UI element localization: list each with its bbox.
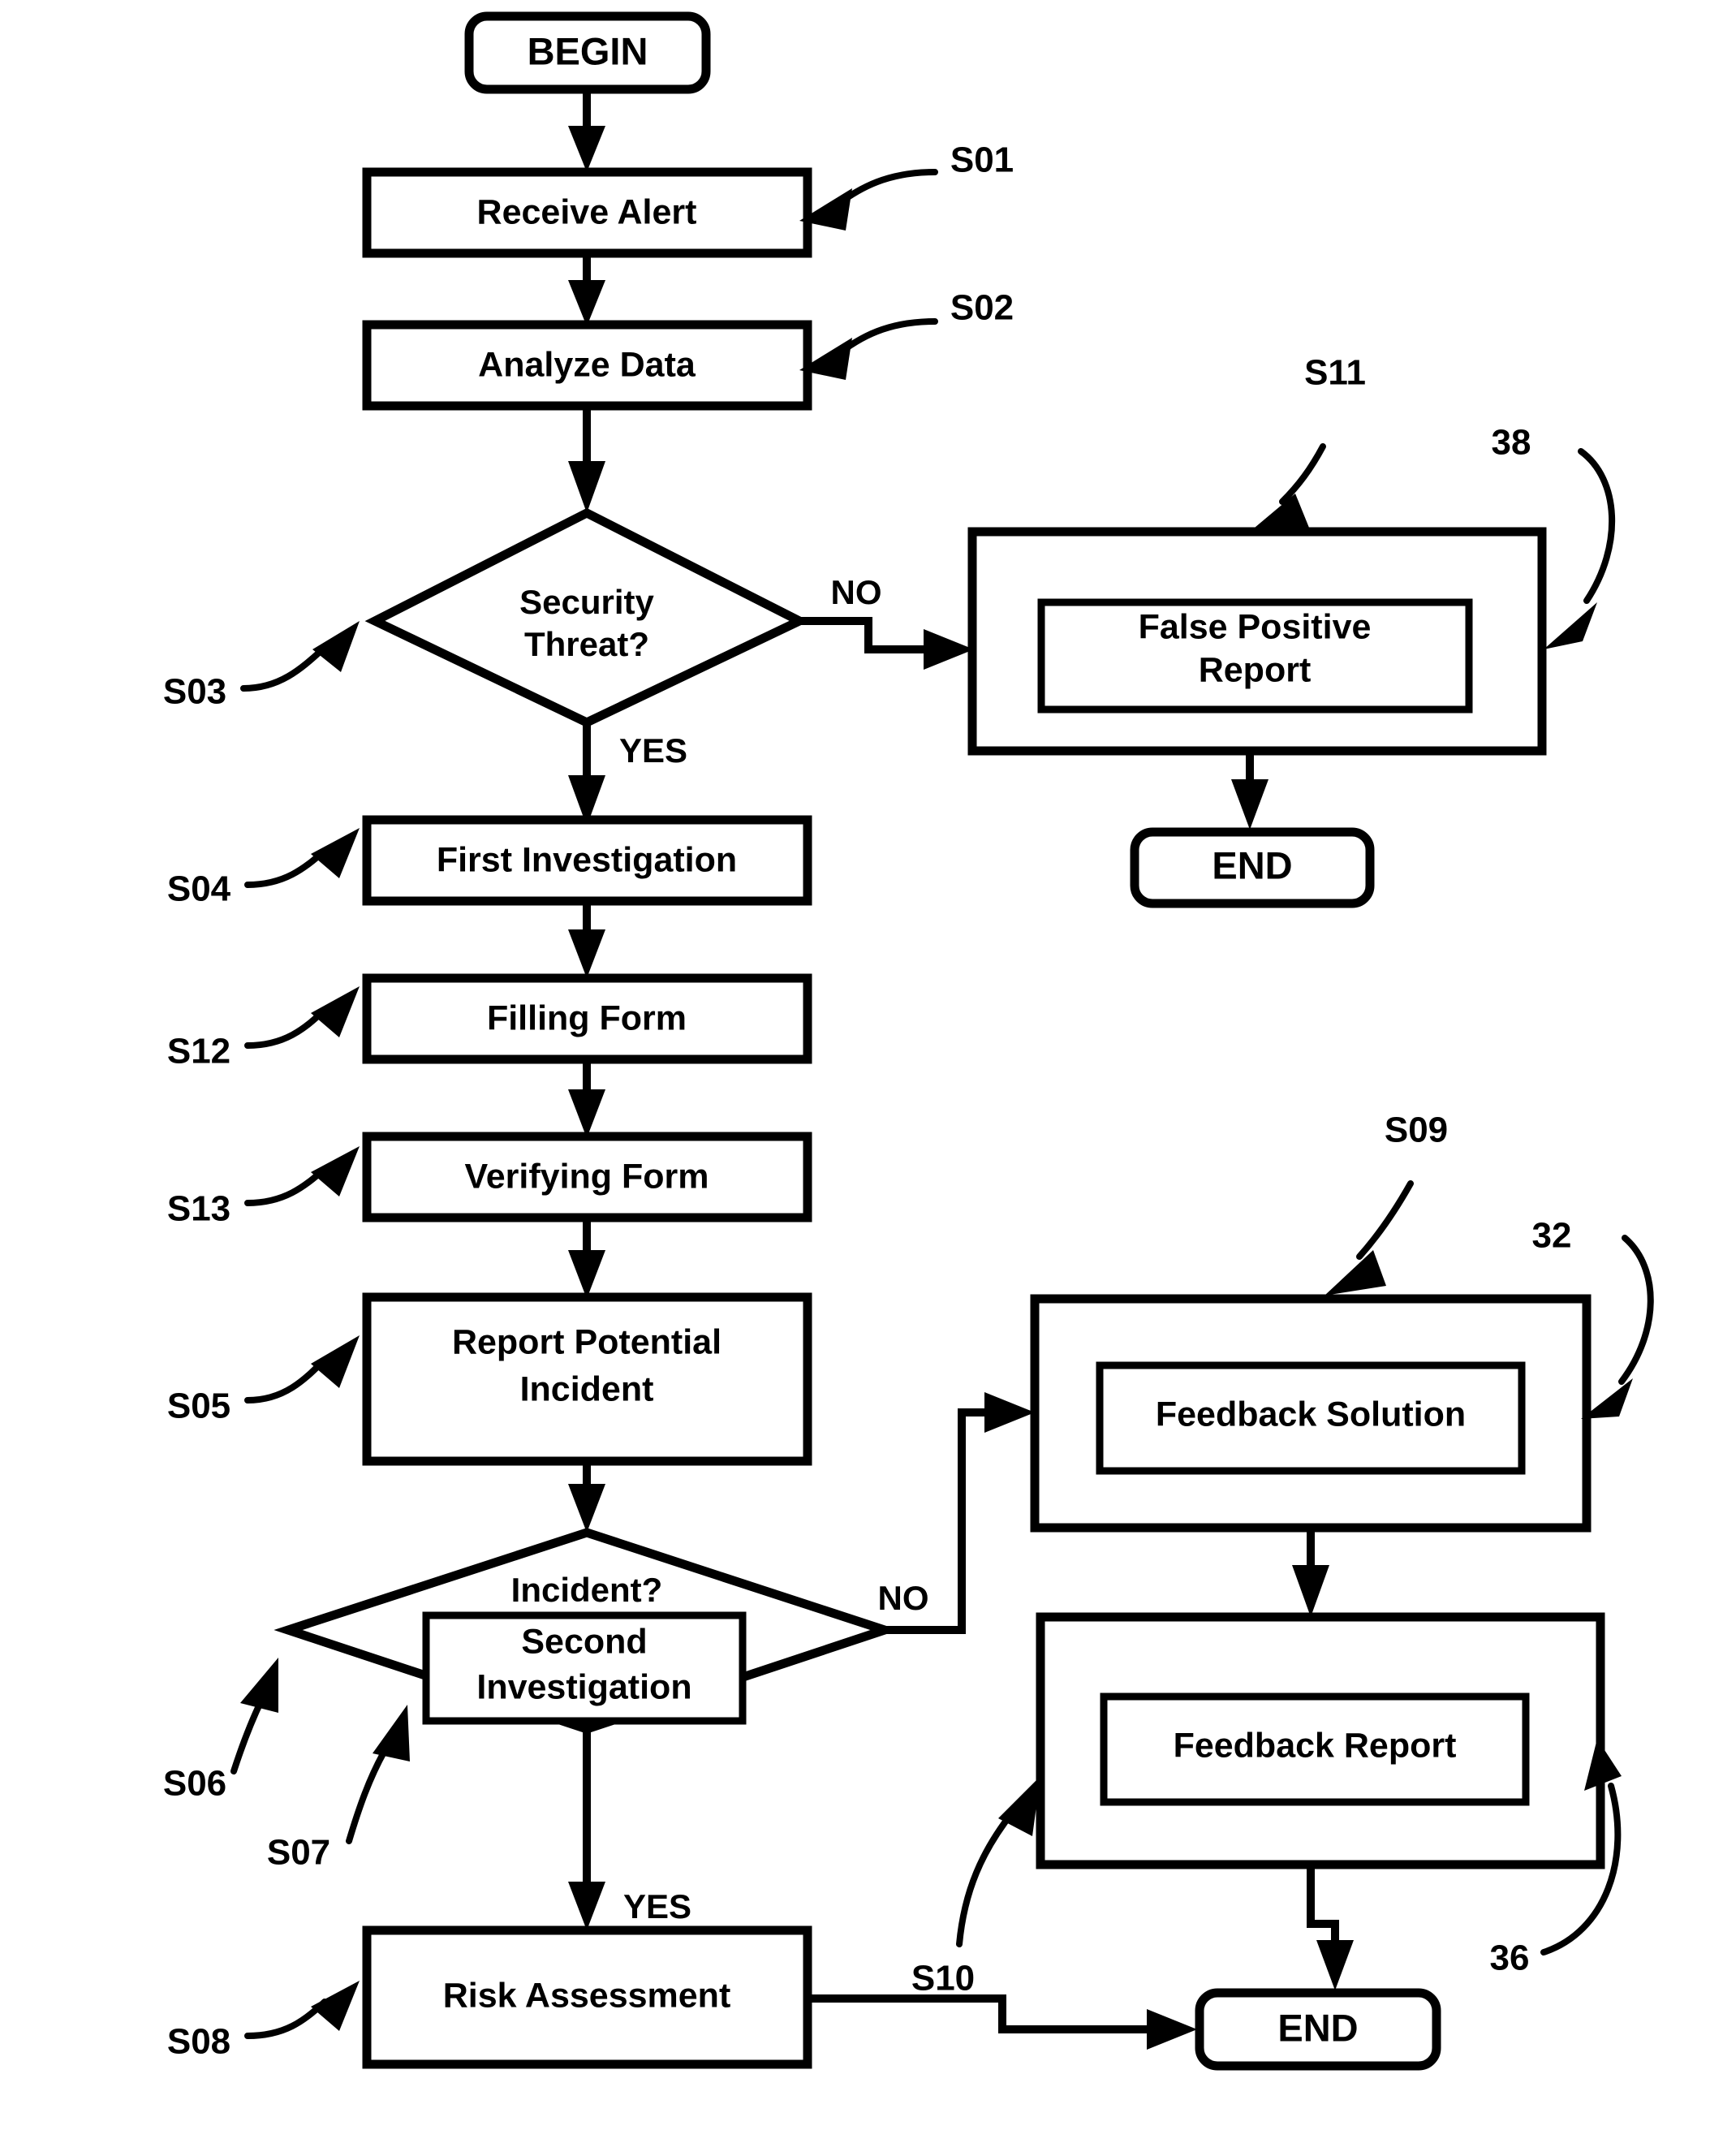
process-second-investigation-label-line2: Investigation xyxy=(476,1667,691,1706)
branch-label-incident-yes: YES xyxy=(623,1887,691,1925)
reference-label-s09: S09 xyxy=(1385,1110,1448,1150)
branch-label-incident-no: NO xyxy=(878,1579,929,1617)
connector-report-potential-incident-to-incident-decision xyxy=(568,1461,605,1533)
process-filling-form-label: Filling Form xyxy=(487,998,687,1037)
process-filling-form: Filling Form xyxy=(362,973,812,1064)
decision-security-threat-label-line1: Security xyxy=(519,583,654,621)
process-false-positive-report-label-line1: False Positive xyxy=(1139,607,1372,646)
branch-label-security-threat-yes: YES xyxy=(619,731,687,770)
reference-leader-s10: S10 xyxy=(911,1776,1040,1999)
flowchart-canvas: BEGIN Receive Alert Analyze Data Securit… xyxy=(163,11,1654,2071)
reference-leader-s03: S03 xyxy=(163,621,360,712)
connector-feedback-solution-to-feedback-report xyxy=(1292,1526,1329,1617)
terminal-end-false-positive: END xyxy=(1130,827,1375,908)
connector-first-investigation-to-filling-form xyxy=(568,901,605,978)
connector-verifying-form-to-report-potential-incident xyxy=(568,1218,605,1299)
reference-label-s11: S11 xyxy=(1304,353,1366,393)
process-report-potential-incident-label-line2: Incident xyxy=(520,1369,654,1408)
reference-label-s01: S01 xyxy=(950,140,1014,180)
process-report-potential-incident: Report Potential Incident xyxy=(362,1292,812,1466)
reference-leader-s06: S06 xyxy=(163,1658,278,1804)
process-feedback-report-label: Feedback Report xyxy=(1174,1726,1457,1765)
connector-security-threat-no-to-false-positive xyxy=(799,617,974,670)
reference-leader-s01: S01 xyxy=(799,140,1014,231)
process-first-investigation: First Investigation xyxy=(362,815,812,906)
reference-label-s08: S08 xyxy=(167,2022,230,2062)
reference-leader-s11: S11 xyxy=(1250,353,1366,532)
reference-label-s07: S07 xyxy=(267,1833,330,1873)
reference-label-s05: S05 xyxy=(167,1386,230,1426)
connector-begin-to-receive-alert xyxy=(568,89,605,172)
connector-risk-assessment-to-end xyxy=(799,1994,1197,2050)
reference-label-s04: S04 xyxy=(167,869,231,909)
reference-label-38: 38 xyxy=(1492,423,1531,463)
process-false-positive-report-label-line2: Report xyxy=(1199,650,1312,689)
connector-analyze-data-to-security-threat xyxy=(568,406,605,513)
reference-label-s13: S13 xyxy=(167,1189,230,1229)
connector-filling-form-to-verifying-form xyxy=(568,1059,605,1138)
process-analyze-data-label: Analyze Data xyxy=(478,345,696,384)
process-feedback-solution-label: Feedback Solution xyxy=(1156,1395,1466,1434)
reference-leader-s02: S02 xyxy=(799,288,1014,380)
reference-label-32: 32 xyxy=(1532,1216,1572,1256)
process-feedback-solution: Feedback Solution xyxy=(1030,1294,1592,1533)
reference-leader-s04: S04 xyxy=(167,828,360,909)
decision-incident-label: Incident? xyxy=(511,1571,663,1609)
reference-label-s10: S10 xyxy=(911,1959,975,1999)
process-second-investigation: Second Investigation xyxy=(422,1611,747,1725)
reference-label-s06: S06 xyxy=(163,1764,226,1804)
connector-receive-alert-to-analyze-data xyxy=(568,253,605,326)
flowchart-diagram: BEGIN Receive Alert Analyze Data Securit… xyxy=(0,0,1710,2156)
process-verifying-form-label: Verifying Form xyxy=(464,1157,709,1196)
reference-leader-s13: S13 xyxy=(167,1146,360,1229)
process-analyze-data: Analyze Data xyxy=(362,320,812,411)
connector-feedback-report-to-end xyxy=(1307,1863,1354,1990)
reference-leader-s07: S07 xyxy=(267,1705,410,1873)
process-second-investigation-label-line1: Second xyxy=(521,1622,647,1661)
process-receive-alert-label: Receive Alert xyxy=(477,192,697,231)
reference-label-s02: S02 xyxy=(950,288,1014,328)
process-report-potential-incident-label-line1: Report Potential xyxy=(452,1322,721,1361)
reference-label-36: 36 xyxy=(1490,1938,1530,1978)
terminal-end-false-positive-label: END xyxy=(1212,843,1292,886)
connector-incident-yes-to-risk-assessment xyxy=(568,1729,605,1930)
process-verifying-form: Verifying Form xyxy=(362,1132,812,1222)
process-feedback-report: Feedback Report xyxy=(1036,1612,1605,1869)
reference-leader-s05: S05 xyxy=(167,1335,360,1426)
process-false-positive-report: False Positive Report xyxy=(967,527,1547,756)
terminal-end-final-label: END xyxy=(1277,2006,1358,2049)
decision-security-threat-label-line2: Threat? xyxy=(524,625,649,663)
reference-label-s12: S12 xyxy=(167,1032,230,1072)
decision-security-threat: Security Threat? xyxy=(364,507,810,728)
process-receive-alert: Receive Alert xyxy=(362,167,812,258)
reference-leader-s08: S08 xyxy=(167,1981,360,2062)
connector-security-threat-yes-to-first-investigation xyxy=(568,722,605,826)
connector-false-positive-to-end xyxy=(1231,751,1269,830)
terminal-begin-label: BEGIN xyxy=(528,29,648,72)
branch-label-security-threat-no: NO xyxy=(831,573,882,611)
process-risk-assessment-label: Risk Assessment xyxy=(443,1976,731,2015)
reference-leader-s09: S09 xyxy=(1324,1110,1448,1296)
terminal-begin: BEGIN xyxy=(464,11,711,94)
reference-leader-s12: S12 xyxy=(167,986,360,1072)
terminal-end-final: END xyxy=(1195,1988,1441,2071)
reference-label-s03: S03 xyxy=(163,672,226,712)
process-first-investigation-label: First Investigation xyxy=(437,840,737,879)
process-risk-assessment: Risk Assessment xyxy=(362,1925,812,2069)
